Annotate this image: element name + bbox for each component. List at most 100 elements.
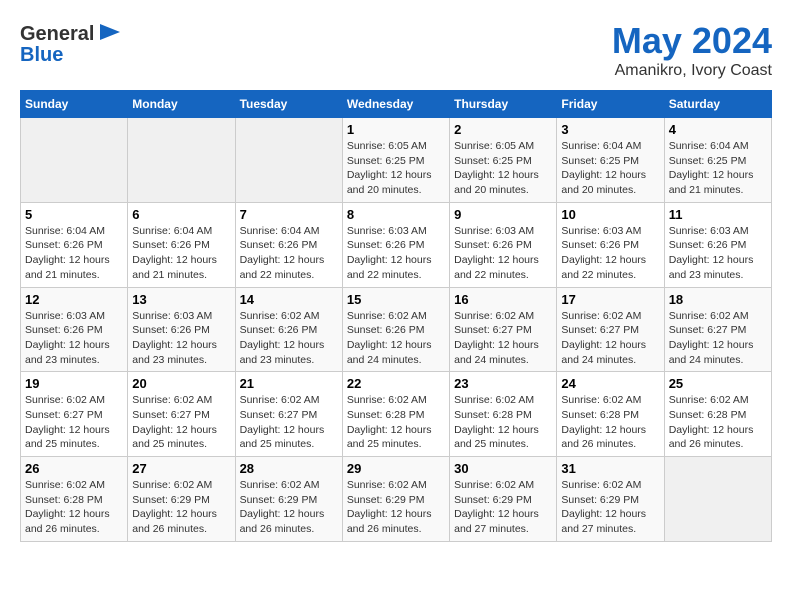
day-info: Sunrise: 6:05 AMSunset: 6:25 PMDaylight:… — [347, 139, 445, 198]
day-info: Sunrise: 6:02 AMSunset: 6:29 PMDaylight:… — [240, 478, 338, 537]
week-row-5: 26 Sunrise: 6:02 AMSunset: 6:28 PMDayligh… — [21, 457, 772, 542]
day-number: 25 — [669, 376, 767, 391]
day-number: 17 — [561, 292, 659, 307]
calendar-cell: 23 Sunrise: 6:02 AMSunset: 6:28 PMDayligh… — [450, 372, 557, 457]
day-number: 3 — [561, 122, 659, 137]
calendar-cell: 29Sunrise: 6:02 AMSunset: 6:29 PMDayligh… — [342, 457, 449, 542]
day-number: 19 — [25, 376, 123, 391]
day-number: 18 — [669, 292, 767, 307]
day-info: Sunrise: 6:02 AMSunset: 6:26 PMDaylight:… — [347, 309, 445, 368]
calendar-cell: 25Sunrise: 6:02 AMSunset: 6:28 PMDayligh… — [664, 372, 771, 457]
day-number: 15 — [347, 292, 445, 307]
day-info: Sunrise: 6:02 AMSunset: 6:28 PMDaylight:… — [25, 478, 123, 537]
calendar-cell: 6Sunrise: 6:04 AMSunset: 6:26 PMDaylight… — [128, 202, 235, 287]
calendar-cell: 20Sunrise: 6:02 AMSunset: 6:27 PMDayligh… — [128, 372, 235, 457]
day-info: Sunrise: 6:02 AMSunset: 6:29 PMDaylight:… — [561, 478, 659, 537]
day-info: Sunrise: 6:02 AMSunset: 6:28 PMDaylight:… — [561, 393, 659, 452]
day-info: Sunrise: 6:02 AMSunset: 6:29 PMDaylight:… — [347, 478, 445, 537]
day-number: 14 — [240, 292, 338, 307]
day-number: 8 — [347, 207, 445, 222]
day-header-friday: Friday — [557, 91, 664, 118]
day-info: Sunrise: 6:03 AMSunset: 6:26 PMDaylight:… — [347, 224, 445, 283]
day-number: 28 — [240, 461, 338, 476]
day-number: 13 — [132, 292, 230, 307]
day-info: Sunrise: 6:04 AMSunset: 6:25 PMDaylight:… — [669, 139, 767, 198]
calendar-cell: 27 Sunrise: 6:02 AMSunset: 6:29 PMDayligh… — [128, 457, 235, 542]
calendar-cell: 9 Sunrise: 6:03 AMSunset: 6:26 PMDaylight… — [450, 202, 557, 287]
day-number: 5 — [25, 207, 123, 222]
week-row-1: 1 Sunrise: 6:05 AMSunset: 6:25 PMDaylight… — [21, 118, 772, 203]
calendar-cell: 1 Sunrise: 6:05 AMSunset: 6:25 PMDaylight… — [342, 118, 449, 203]
header-row: SundayMondayTuesdayWednesdayThursdayFrid… — [21, 91, 772, 118]
calendar-cell — [235, 118, 342, 203]
day-info: Sunrise: 6:02 AMSunset: 6:29 PMDaylight:… — [454, 478, 552, 537]
day-info: Sunrise: 6:04 AMSunset: 6:25 PMDaylight:… — [561, 139, 659, 198]
calendar-cell — [664, 457, 771, 542]
day-info: Sunrise: 6:03 AMSunset: 6:26 PMDaylight:… — [132, 309, 230, 368]
day-number: 21 — [240, 376, 338, 391]
calendar-cell: 30 Sunrise: 6:02 AMSunset: 6:29 PMDayligh… — [450, 457, 557, 542]
calendar-header: SundayMondayTuesdayWednesdayThursdayFrid… — [21, 91, 772, 118]
day-number: 6 — [132, 207, 230, 222]
day-number: 30 — [454, 461, 552, 476]
day-number: 26 — [25, 461, 123, 476]
calendar-cell: 24 Sunrise: 6:02 AMSunset: 6:28 PMDayligh… — [557, 372, 664, 457]
day-info: Sunrise: 6:02 AMSunset: 6:26 PMDaylight:… — [240, 309, 338, 368]
calendar-cell: 7Sunrise: 6:04 AMSunset: 6:26 PMDaylight… — [235, 202, 342, 287]
day-number: 24 — [561, 376, 659, 391]
day-number: 4 — [669, 122, 767, 137]
calendar-cell: 13 Sunrise: 6:03 AMSunset: 6:26 PMDayligh… — [128, 287, 235, 372]
day-header-monday: Monday — [128, 91, 235, 118]
day-header-wednesday: Wednesday — [342, 91, 449, 118]
day-number: 12 — [25, 292, 123, 307]
day-info: Sunrise: 6:02 AMSunset: 6:28 PMDaylight:… — [454, 393, 552, 452]
day-header-tuesday: Tuesday — [235, 91, 342, 118]
day-info: Sunrise: 6:02 AMSunset: 6:28 PMDaylight:… — [347, 393, 445, 452]
day-info: Sunrise: 6:02 AMSunset: 6:27 PMDaylight:… — [561, 309, 659, 368]
logo-flag-icon — [96, 20, 124, 48]
day-info: Sunrise: 6:03 AMSunset: 6:26 PMDaylight:… — [561, 224, 659, 283]
day-header-saturday: Saturday — [664, 91, 771, 118]
calendar-cell: 21Sunrise: 6:02 AMSunset: 6:27 PMDayligh… — [235, 372, 342, 457]
calendar-cell: 28 Sunrise: 6:02 AMSunset: 6:29 PMDayligh… — [235, 457, 342, 542]
day-header-sunday: Sunday — [21, 91, 128, 118]
calendar-cell: 4 Sunrise: 6:04 AMSunset: 6:25 PMDaylight… — [664, 118, 771, 203]
calendar-cell — [128, 118, 235, 203]
day-number: 10 — [561, 207, 659, 222]
calendar-cell: 3 Sunrise: 6:04 AMSunset: 6:25 PMDaylight… — [557, 118, 664, 203]
day-number: 23 — [454, 376, 552, 391]
day-number: 1 — [347, 122, 445, 137]
logo: General Blue — [20, 20, 124, 67]
day-number: 27 — [132, 461, 230, 476]
week-row-4: 19 Sunrise: 6:02 AMSunset: 6:27 PMDayligh… — [21, 372, 772, 457]
calendar-cell: 8 Sunrise: 6:03 AMSunset: 6:26 PMDaylight… — [342, 202, 449, 287]
calendar-cell: 10 Sunrise: 6:03 AMSunset: 6:26 PMDayligh… — [557, 202, 664, 287]
day-info: Sunrise: 6:03 AMSunset: 6:26 PMDaylight:… — [454, 224, 552, 283]
subtitle: Amanikro, Ivory Coast — [612, 62, 772, 80]
day-number: 31 — [561, 461, 659, 476]
day-info: Sunrise: 6:02 AMSunset: 6:29 PMDaylight:… — [132, 478, 230, 537]
day-info: Sunrise: 6:02 AMSunset: 6:27 PMDaylight:… — [25, 393, 123, 452]
calendar-cell: 15 Sunrise: 6:02 AMSunset: 6:26 PMDayligh… — [342, 287, 449, 372]
day-info: Sunrise: 6:02 AMSunset: 6:27 PMDaylight:… — [669, 309, 767, 368]
calendar-cell: 17 Sunrise: 6:02 AMSunset: 6:27 PMDayligh… — [557, 287, 664, 372]
calendar-cell: 14 Sunrise: 6:02 AMSunset: 6:26 PMDayligh… — [235, 287, 342, 372]
day-info: Sunrise: 6:03 AMSunset: 6:26 PMDaylight:… — [669, 224, 767, 283]
day-number: 7 — [240, 207, 338, 222]
calendar-cell: 16Sunrise: 6:02 AMSunset: 6:27 PMDayligh… — [450, 287, 557, 372]
calendar-cell: 5 Sunrise: 6:04 AMSunset: 6:26 PMDaylight… — [21, 202, 128, 287]
day-number: 9 — [454, 207, 552, 222]
day-info: Sunrise: 6:04 AMSunset: 6:26 PMDaylight:… — [25, 224, 123, 283]
calendar-cell: 18 Sunrise: 6:02 AMSunset: 6:27 PMDayligh… — [664, 287, 771, 372]
day-number: 2 — [454, 122, 552, 137]
header: General Blue May 2024 Amanikro, Ivory Co… — [20, 20, 772, 80]
calendar-cell: 31 Sunrise: 6:02 AMSunset: 6:29 PMDayligh… — [557, 457, 664, 542]
calendar-cell — [21, 118, 128, 203]
week-row-2: 5 Sunrise: 6:04 AMSunset: 6:26 PMDaylight… — [21, 202, 772, 287]
week-row-3: 12 Sunrise: 6:03 AMSunset: 6:26 PMDayligh… — [21, 287, 772, 372]
day-number: 11 — [669, 207, 767, 222]
calendar-table: SundayMondayTuesdayWednesdayThursdayFrid… — [20, 90, 772, 542]
logo-general-text: General — [20, 23, 94, 46]
calendar-cell: 19 Sunrise: 6:02 AMSunset: 6:27 PMDayligh… — [21, 372, 128, 457]
day-number: 20 — [132, 376, 230, 391]
